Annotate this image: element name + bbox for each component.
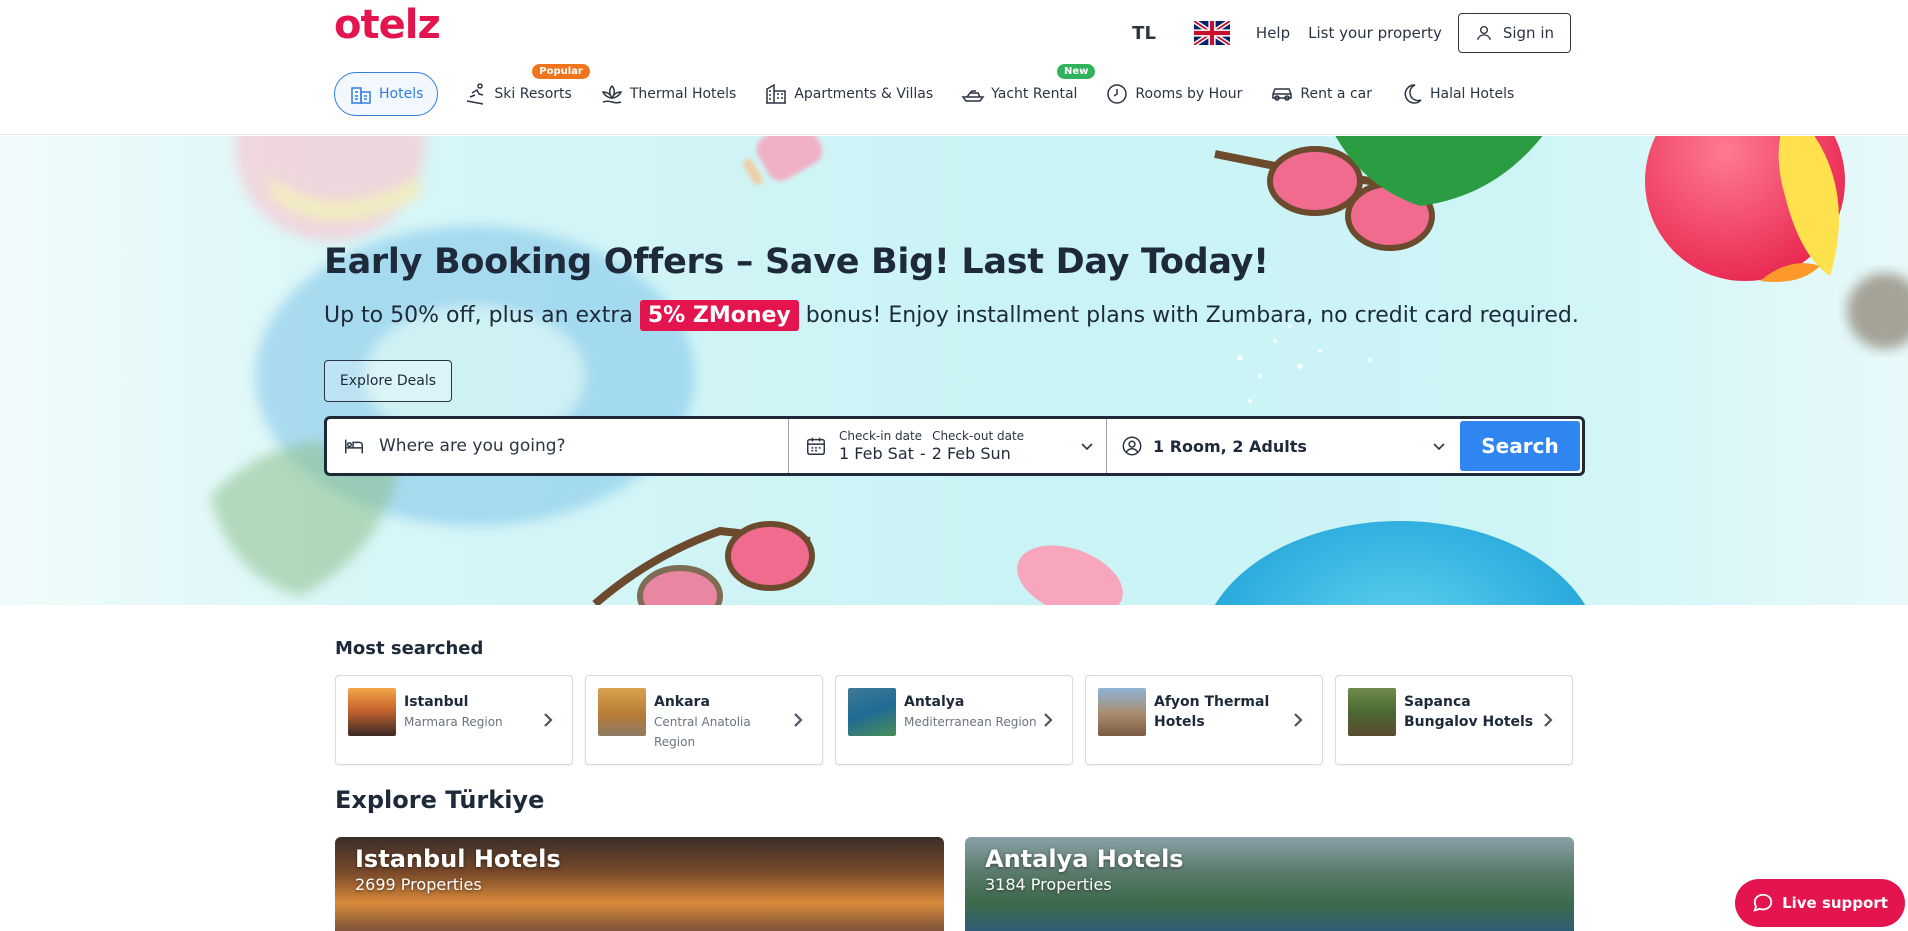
antalya-hotels-card[interactable]: Antalya Hotels 3184 Properties (965, 837, 1574, 931)
nav-apartments-villas[interactable]: Apartments & Villas (750, 72, 947, 116)
destination-count: 3184 Properties (985, 875, 1112, 894)
nav-label: Yacht Rental (991, 86, 1078, 102)
zmoney-highlight: 5% ZMoney (639, 300, 799, 331)
clock-icon (1107, 84, 1128, 104)
card-name: Ankara (654, 694, 710, 710)
nav-rooms-by-hour[interactable]: Rooms by Hour (1091, 72, 1256, 116)
hotel-search-bar: Where are you going? Check-in date Check… (324, 416, 1585, 476)
otelz-logo[interactable]: otelz (334, 2, 441, 48)
nav-label: Thermal Hotels (629, 86, 737, 102)
destination-name: Antalya Hotels (985, 845, 1184, 873)
new-badge: New (1057, 64, 1096, 79)
most-searched-card[interactable]: Sapanca Bungalov Hotels (1335, 675, 1573, 765)
card-name: Antalya (904, 694, 965, 710)
most-searched-card[interactable]: Afyon Thermal Hotels (1085, 675, 1323, 765)
building-icon (766, 83, 787, 104)
guests-field[interactable]: 1 Room, 2 Adults (1107, 419, 1458, 473)
category-nav: Hotels Ski Resorts Popular Thermal Hotel… (334, 64, 1528, 118)
chevron-down-icon (1433, 443, 1445, 451)
yacht-icon (961, 90, 985, 102)
live-support-label: Live support (1782, 894, 1888, 912)
afyon-thumbnail (1098, 688, 1146, 736)
nav-thermal-hotels[interactable]: Thermal Hotels (586, 72, 750, 116)
bed-icon (345, 439, 363, 454)
sign-in-label: Sign in (1502, 24, 1554, 42)
popular-badge: Popular (532, 64, 590, 79)
destination-name: Istanbul Hotels (355, 845, 561, 873)
nav-label: Halal Hotels (1429, 86, 1515, 102)
nav-halal-hotels[interactable]: Halal Hotels (1386, 72, 1528, 116)
nav-hotels[interactable]: Hotels (334, 72, 439, 116)
car-icon (1272, 88, 1293, 101)
most-searched-card[interactable]: Ankara Central Anatolia Region (585, 675, 823, 765)
currency-selector[interactable]: TL (1132, 23, 1156, 44)
date-separator: - (919, 444, 926, 463)
checkin-label: Check-in date (839, 429, 923, 443)
checkout-value[interactable]: 2 Feb Sun (932, 444, 1011, 463)
checkout-label: Check-out date (932, 429, 1025, 443)
user-icon (1476, 25, 1491, 40)
live-support-button[interactable]: Live support (1735, 879, 1905, 927)
guests-value: 1 Room, 2 Adults (1153, 436, 1307, 456)
antalya-thumbnail (848, 688, 896, 736)
card-name: Sapanca Bungalov Hotels (1404, 694, 1534, 730)
list-property-link[interactable]: List your property (1308, 24, 1442, 42)
istanbul-hotels-card[interactable]: Istanbul Hotels 2699 Properties (335, 837, 944, 931)
lotus-icon (601, 84, 623, 104)
sapanca-thumbnail (1348, 688, 1396, 736)
most-searched-card[interactable]: Istanbul Marmara Region (335, 675, 573, 765)
most-searched-title: Most searched (335, 638, 484, 659)
nav-label: Apartments & Villas (794, 86, 934, 102)
ski-icon (467, 83, 484, 105)
calendar-icon (807, 437, 825, 455)
chat-bubble-icon (1753, 893, 1773, 912)
destination-count: 2699 Properties (355, 875, 482, 894)
hotel-icon (351, 87, 371, 104)
nav-label: Rent a car (1300, 86, 1372, 102)
card-region: Marmara Region (404, 715, 503, 729)
destination-input[interactable]: Where are you going? (379, 436, 566, 456)
crescent-icon (1404, 84, 1422, 104)
chevron-right-icon (544, 713, 553, 727)
chevron-right-icon (794, 713, 803, 727)
most-searched-list: Istanbul Marmara Region Ankara Central A… (335, 675, 1573, 765)
card-name: Afyon Thermal Hotels (1154, 694, 1270, 730)
hero-subtitle-start: Up to 50% off, plus an extra (324, 303, 633, 328)
explore-deals-button[interactable]: Explore Deals (324, 360, 452, 402)
nav-rent-a-car[interactable]: Rent a car (1256, 72, 1386, 116)
card-region: Mediterranean Region (904, 715, 1037, 729)
hero-subtitle-end: bonus! Enjoy installment plans with Zumb… (805, 303, 1579, 328)
destination-field[interactable]: Where are you going? (327, 419, 789, 473)
nav-label: Rooms by Hour (1135, 86, 1243, 102)
hero-banner: Early Booking Offers – Save Big! Last Da… (0, 136, 1908, 605)
chevron-right-icon (1294, 713, 1303, 727)
date-range-field[interactable]: Check-in date Check-out date 1 Feb Sat -… (789, 419, 1107, 473)
most-searched-card[interactable]: Antalya Mediterranean Region (835, 675, 1073, 765)
user-icon (1122, 436, 1142, 456)
header-actions: TL Help List your property Sign in (1132, 12, 1571, 54)
nav-label: Ski Resorts (494, 86, 572, 102)
summer-decoration-illustration (210, 136, 1908, 605)
sign-in-button[interactable]: Sign in (1457, 13, 1571, 53)
site-header: otelz TL Help List your property Sign in… (0, 0, 1908, 135)
card-name: Istanbul (404, 694, 469, 710)
date-range-values: Check-in date Check-out date 1 Feb Sat -… (839, 429, 1024, 463)
checkin-value[interactable]: 1 Feb Sat (839, 444, 914, 463)
uk-flag-icon[interactable] (1193, 21, 1230, 45)
search-button[interactable]: Search (1460, 421, 1580, 471)
hero-title: Early Booking Offers – Save Big! Last Da… (324, 242, 1269, 282)
nav-yacht-rental[interactable]: Yacht Rental New (947, 64, 1096, 116)
chevron-right-icon (1044, 713, 1053, 727)
help-link[interactable]: Help (1256, 24, 1290, 42)
nav-ski-resorts[interactable]: Ski Resorts Popular (450, 64, 590, 116)
chevron-right-icon (1544, 713, 1553, 727)
hero-subtitle: Up to 50% off, plus an extra 5% ZMoney b… (324, 300, 1579, 331)
card-region: Central Anatolia Region (654, 715, 751, 749)
ankara-thumbnail (598, 688, 646, 736)
nav-label: Hotels (379, 86, 424, 102)
explore-turkiye-title: Explore Türkiye (335, 786, 545, 814)
istanbul-thumbnail (348, 688, 396, 736)
chevron-down-icon (1081, 443, 1093, 451)
